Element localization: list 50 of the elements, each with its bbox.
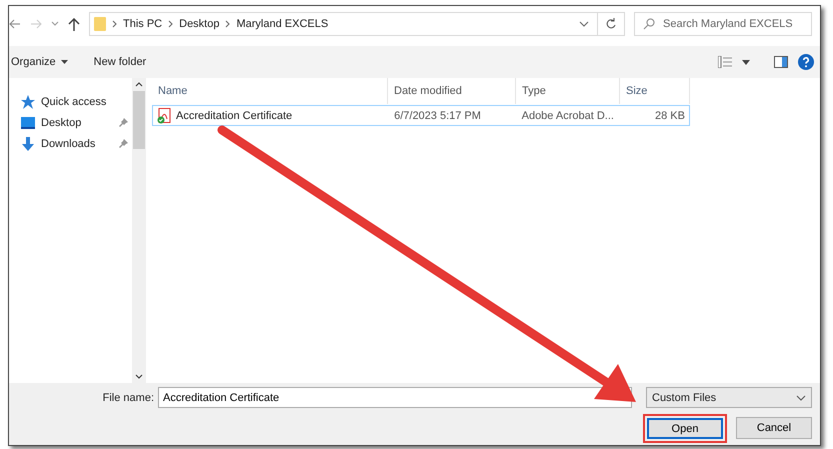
column-header[interactable]: Type	[516, 78, 620, 104]
folder-icon	[94, 16, 106, 32]
address-bar[interactable]: This PC Desktop Maryland EXCELS	[89, 12, 598, 36]
column-header[interactable]: Size	[620, 78, 690, 104]
refresh-button[interactable]	[597, 12, 625, 36]
chevron-right-icon	[112, 20, 117, 28]
scroll-up-icon[interactable]	[134, 82, 142, 87]
pdf-file-icon	[157, 108, 171, 124]
chevron-down-icon[interactable]	[51, 21, 59, 27]
pin-icon[interactable]	[119, 139, 128, 148]
dropdown-icon	[60, 60, 68, 64]
search-field[interactable]: Search Maryland EXCELS	[634, 12, 812, 36]
new-folder-button[interactable]: New folder	[94, 56, 146, 68]
preview-pane-icon[interactable]	[774, 56, 788, 68]
sidebar-item[interactable]: Quick access	[17, 91, 132, 112]
desktop-icon	[21, 116, 35, 128]
open-button[interactable]: Open	[647, 418, 723, 439]
pin-icon[interactable]	[119, 118, 128, 127]
breadcrumb[interactable]: Desktop	[179, 18, 220, 30]
file-name: Accreditation Certificate	[176, 110, 292, 122]
chevron-right-icon	[168, 20, 174, 28]
breadcrumb[interactable]: This PC	[123, 18, 162, 30]
scroll-down-icon[interactable]	[134, 374, 142, 379]
chevron-down-icon	[796, 394, 806, 400]
type-cell-text: Adobe Acrobat D...	[520, 110, 615, 122]
file-row[interactable]: Accreditation Certificate 6/7/2023 5:17 PM Adobe Acrobat D... 28 KB	[152, 105, 690, 126]
sidebar-item[interactable]: Desktop	[17, 112, 132, 133]
file-name-field[interactable]: Accreditation Certificate	[158, 387, 632, 408]
date-cell-text: 6/7/2023 5:17 PM	[393, 110, 482, 122]
column-header[interactable]: Name	[152, 78, 388, 104]
size-cell-text: 28 KB	[654, 110, 686, 122]
sidebar-item[interactable]: Downloads	[17, 133, 132, 154]
up-arrow-icon[interactable]	[68, 18, 80, 30]
organize-menu[interactable]: Organize	[11, 56, 68, 68]
help-icon[interactable]	[798, 54, 814, 70]
file-name-label: File name:	[102, 392, 154, 404]
view-options-icon[interactable]	[718, 56, 732, 68]
cancel-button[interactable]: Cancel	[736, 417, 812, 439]
dropdown-icon[interactable]	[742, 60, 750, 64]
refresh-icon	[605, 18, 617, 30]
search-icon	[643, 18, 655, 30]
chevron-right-icon	[225, 20, 230, 28]
file-type-dropdown[interactable]: Custom Files	[646, 387, 812, 408]
column-header[interactable]: Date modified	[388, 78, 516, 104]
star-icon	[21, 94, 35, 108]
chevron-down-icon[interactable]	[579, 21, 589, 27]
scrollbar-thumb[interactable]	[132, 91, 144, 149]
back-icon[interactable]	[9, 18, 21, 30]
breadcrumb[interactable]: Maryland EXCELS	[236, 18, 328, 30]
download-icon	[21, 136, 35, 150]
